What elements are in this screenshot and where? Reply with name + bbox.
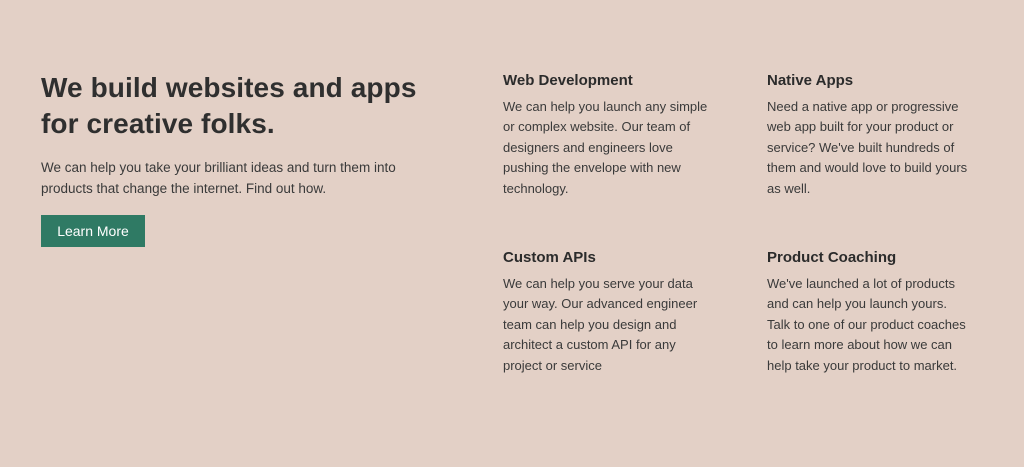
feature-description: We can help you serve your data your way…	[503, 276, 698, 373]
feature-title: Custom APIs	[503, 249, 596, 266]
feature-native-apps: Native Apps Need a native app or progres…	[767, 71, 972, 199]
learn-more-button[interactable]: Learn More	[41, 215, 145, 247]
feature-title: Web Development	[503, 72, 633, 89]
feature-description: We've launched a lot of products and can…	[767, 276, 966, 373]
feature-custom-apis: Custom APIs We can help you serve your d…	[503, 248, 713, 376]
feature-title: Product Coaching	[767, 249, 897, 266]
page: We build websites and apps for creative …	[0, 0, 1024, 467]
hero-section: We build websites and apps for creative …	[41, 70, 461, 247]
feature-web-development: Web Development We can help you launch a…	[503, 71, 713, 199]
feature-description: We can help you launch any simple or com…	[503, 99, 708, 196]
feature-product-coaching: Product Coaching We've launched a lot of…	[767, 248, 972, 376]
feature-title: Native Apps	[767, 72, 854, 89]
hero-description: We can help you take your brilliant idea…	[41, 160, 396, 196]
hero-title: We build websites and apps for creative …	[41, 72, 417, 139]
feature-description: Need a native app or progressive web app…	[767, 99, 968, 196]
